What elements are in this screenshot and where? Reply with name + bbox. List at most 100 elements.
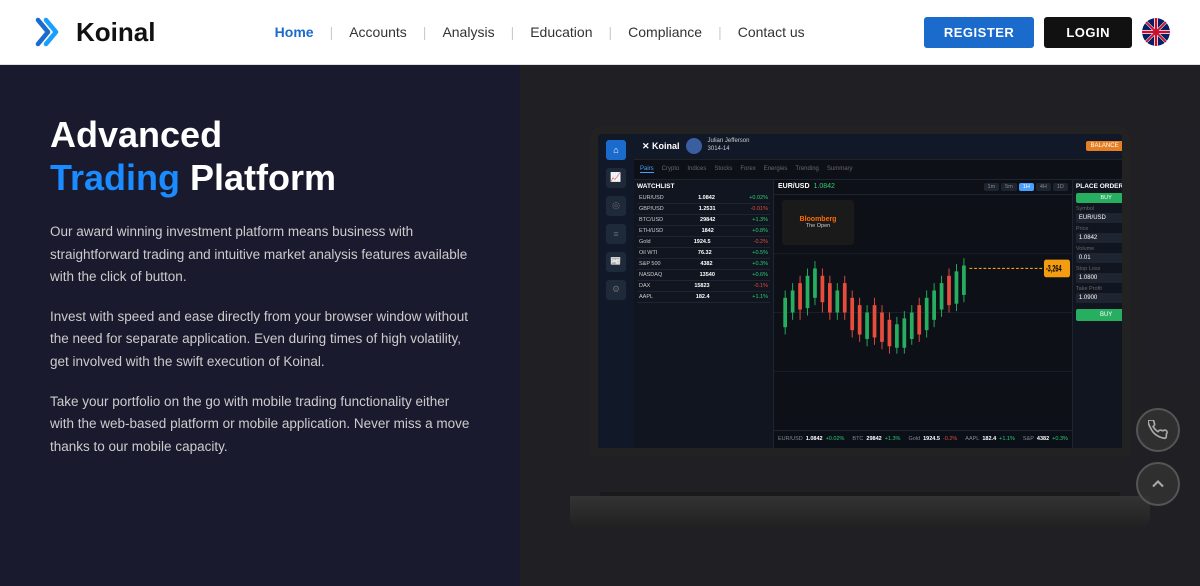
- platform-ui: ⌂ 📈 ◎ ≡ 📰 ⚙ ✕ Koina: [598, 134, 1122, 448]
- phone-fab[interactable]: [1136, 408, 1180, 452]
- platform-nav-forex[interactable]: Forex: [740, 166, 755, 172]
- hero-right: ⌂ 📈 ◎ ≡ 📰 ⚙ ✕ Koina: [520, 65, 1200, 586]
- logo-area[interactable]: Koinal: [30, 12, 155, 52]
- laptop-wrapper: ⌂ 📈 ◎ ≡ 📰 ⚙ ✕ Koina: [570, 126, 1150, 526]
- chart-type-buttons: 1m 5m 1H 4H 1D: [984, 183, 1068, 191]
- ticker-gold: Gold 1924.5 -0.2%: [908, 436, 957, 442]
- order-volume-field: Volume 0.01: [1076, 246, 1122, 263]
- sidebar-news-icon[interactable]: 📰: [606, 252, 626, 272]
- order-type-tabs: BUY SELL: [1076, 193, 1122, 203]
- chart-controls: EUR/USD 1.0842 1m 5m 1H 4H 1D: [774, 180, 1072, 195]
- laptop-screen: ⌂ 📈 ◎ ≡ 📰 ⚙ ✕ Koina: [590, 126, 1130, 456]
- ticker-btc: BTC 29842 +1.3%: [852, 436, 900, 442]
- chart-svg: -3,264: [774, 195, 1072, 430]
- order-price-field: Price 1.0842: [1076, 226, 1122, 243]
- platform-nav-summary[interactable]: Summary: [827, 166, 853, 172]
- watch-item-3[interactable]: BTC/USD 29842 +1.3%: [637, 215, 770, 226]
- order-panel: PLACE ORDER BUY SELL Symbol EUR/USD: [1072, 180, 1122, 448]
- scroll-top-fab[interactable]: [1136, 462, 1180, 506]
- hero-title-blue: Trading: [50, 157, 180, 198]
- platform-nav: Pairs Crypto Indices Stocks Forex Energi…: [634, 160, 1122, 180]
- platform-topbar: ✕ Koinal Julian Jefferson 3014-14 BALANC…: [634, 134, 1122, 160]
- hero-title-line2: Trading Platform: [50, 155, 470, 202]
- platform-nav-pairs[interactable]: Pairs: [640, 166, 654, 173]
- watch-item-2[interactable]: GBP/USD 1.2531 -0.01%: [637, 204, 770, 215]
- watch-item-6[interactable]: Oil WTI 76.32 +0.5%: [637, 248, 770, 259]
- chart-btn-1d[interactable]: 1D: [1053, 183, 1068, 191]
- order-symbol-value[interactable]: EUR/USD: [1076, 213, 1122, 223]
- hero-left: Advanced Trading Platform Our award winn…: [0, 65, 520, 586]
- hero-paragraphs: Our award winning investment platform me…: [50, 221, 470, 457]
- header-right: REGISTER LOGIN: [924, 17, 1170, 48]
- order-volume-value[interactable]: 0.01: [1076, 253, 1122, 263]
- chart-svg-area: -3,264: [774, 195, 1072, 430]
- hero-section: Advanced Trading Platform Our award winn…: [0, 65, 1200, 586]
- sidebar-chart-icon[interactable]: 📈: [606, 168, 626, 188]
- watch-item-10[interactable]: AAPL 182.4 +1.1%: [637, 292, 770, 303]
- nav-analysis[interactable]: Analysis: [426, 24, 510, 40]
- balance-button[interactable]: BALANCE: [1086, 141, 1122, 151]
- chart-live-price: 1.0842: [814, 183, 835, 190]
- platform-user-info: Julian Jefferson 3014-14: [708, 138, 750, 154]
- platform-sidebar: ⌂ 📈 ◎ ≡ 📰 ⚙: [598, 134, 634, 448]
- language-selector[interactable]: [1142, 18, 1170, 46]
- ticker-eurusd: EUR/USD 1.0842 +0.02%: [778, 436, 844, 442]
- platform-avatar: [686, 138, 702, 154]
- order-symbol-field: Symbol EUR/USD: [1076, 206, 1122, 223]
- watch-item-4[interactable]: ETH/USD 1842 +0.8%: [637, 226, 770, 237]
- hero-paragraph-1: Our award winning investment platform me…: [50, 221, 470, 288]
- sidebar-settings-icon[interactable]: ⚙: [606, 280, 626, 300]
- watch-item-8[interactable]: NASDAQ 13540 +0.6%: [637, 270, 770, 281]
- platform-nav-crypto[interactable]: Crypto: [662, 166, 680, 172]
- hero-paragraph-2: Invest with speed and ease directly from…: [50, 306, 470, 373]
- chart-btn-1h[interactable]: 1H: [1019, 183, 1034, 191]
- laptop-base: [570, 496, 1150, 526]
- platform-nav-energies[interactable]: Energies: [764, 166, 788, 172]
- koinal-logo-icon: [30, 12, 70, 52]
- sidebar-portfolio-icon[interactable]: ◎: [606, 196, 626, 216]
- hero-title-white: Platform: [180, 157, 336, 198]
- nav-contact[interactable]: Contact us: [722, 24, 821, 40]
- watch-item-9[interactable]: DAX 15823 -0.1%: [637, 281, 770, 292]
- sidebar-home-icon[interactable]: ⌂: [606, 140, 626, 160]
- nav-education[interactable]: Education: [514, 24, 608, 40]
- chart-btn-4h[interactable]: 4H: [1036, 183, 1051, 191]
- fab-container: [1136, 408, 1180, 506]
- order-price-value[interactable]: 1.0842: [1076, 233, 1122, 243]
- watchlist-title: WATCHLIST: [637, 183, 770, 190]
- execute-buy-button[interactable]: BUY: [1076, 309, 1122, 321]
- hero-title-line1: Advanced: [50, 115, 470, 155]
- platform-main: ✕ Koinal Julian Jefferson 3014-14 BALANC…: [634, 134, 1122, 448]
- nav-home[interactable]: Home: [259, 24, 330, 40]
- buy-tab[interactable]: BUY: [1076, 193, 1122, 203]
- platform-content: WATCHLIST EUR/USD 1.0842 +0.02% GBP/USD: [634, 180, 1122, 448]
- order-tp-field: Take Profit 1.0900: [1076, 286, 1122, 303]
- platform-userid: 3014-14: [708, 146, 750, 154]
- ticker-sp500: S&P 4382 +0.3%: [1023, 436, 1068, 442]
- nav-accounts[interactable]: Accounts: [333, 24, 423, 40]
- ticker-aapl: AAPL 182.4 +1.1%: [965, 436, 1015, 442]
- hero-paragraph-3: Take your portfolio on the go with mobil…: [50, 391, 470, 458]
- nav-compliance[interactable]: Compliance: [612, 24, 718, 40]
- main-nav: Home | Accounts | Analysis | Education |…: [259, 24, 821, 40]
- watchlist-panel: WATCHLIST EUR/USD 1.0842 +0.02% GBP/USD: [634, 180, 774, 448]
- watch-item-5[interactable]: Gold 1924.5 -0.2%: [637, 237, 770, 248]
- logo-text: Koinal: [76, 17, 155, 48]
- chart-btn-5m[interactable]: 5m: [1001, 183, 1017, 191]
- platform-username: Julian Jefferson: [708, 138, 750, 146]
- register-button[interactable]: REGISTER: [924, 17, 1034, 48]
- platform-nav-trending[interactable]: Trending: [795, 166, 818, 172]
- watch-item-7[interactable]: S&P 500 4382 +0.3%: [637, 259, 770, 270]
- order-title: PLACE ORDER: [1076, 183, 1122, 190]
- chart-btn-1m[interactable]: 1m: [984, 183, 1000, 191]
- platform-nav-indices[interactable]: Indices: [687, 166, 706, 172]
- laptop-screen-inner: ⌂ 📈 ◎ ≡ 📰 ⚙ ✕ Koina: [598, 134, 1122, 448]
- sidebar-orders-icon[interactable]: ≡: [606, 224, 626, 244]
- order-tp-value[interactable]: 1.0900: [1076, 293, 1122, 303]
- order-sl-value[interactable]: 1.0800: [1076, 273, 1122, 283]
- platform-nav-stocks[interactable]: Stocks: [714, 166, 732, 172]
- login-button[interactable]: LOGIN: [1044, 17, 1132, 48]
- watch-item-1[interactable]: EUR/USD 1.0842 +0.02%: [637, 193, 770, 204]
- platform-logo: ✕ Koinal: [642, 141, 680, 152]
- header: Koinal Home | Accounts | Analysis | Educ…: [0, 0, 1200, 65]
